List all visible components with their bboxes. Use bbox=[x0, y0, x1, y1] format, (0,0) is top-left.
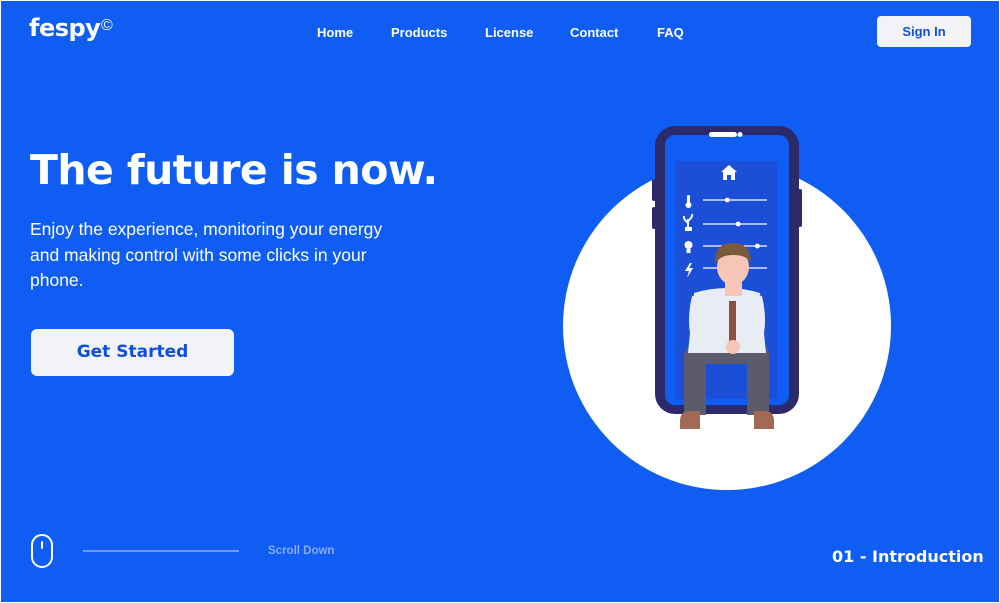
mouse-icon[interactable] bbox=[31, 534, 53, 568]
section-indicator: 01 - Introduction bbox=[832, 547, 984, 566]
hero-headline: The future is now. bbox=[30, 146, 438, 194]
nav-item-products[interactable]: Products bbox=[391, 25, 447, 40]
nav-item-license[interactable]: License bbox=[485, 25, 533, 40]
scroll-down-label[interactable]: Scroll Down bbox=[268, 545, 334, 557]
hero-description: Enjoy the experience, monitoring your en… bbox=[30, 219, 383, 290]
nav-item-home[interactable]: Home bbox=[317, 25, 353, 40]
hero-section: fespy © Home Products License Contact FA… bbox=[1, 1, 999, 602]
hero-illustration bbox=[563, 126, 891, 490]
get-started-button[interactable]: Get Started bbox=[31, 329, 234, 376]
slider-knob[interactable] bbox=[755, 243, 760, 249]
main-nav: Home Products License Contact FAQ bbox=[1, 25, 999, 41]
slider-knob[interactable] bbox=[735, 221, 741, 227]
scroll-line bbox=[83, 550, 239, 552]
sign-in-button[interactable]: Sign In bbox=[877, 16, 971, 47]
nav-item-faq[interactable]: FAQ bbox=[657, 25, 684, 40]
page-frame: fespy © Home Products License Contact FA… bbox=[0, 0, 1000, 603]
slider-knob[interactable] bbox=[724, 197, 730, 203]
nav-item-contact[interactable]: Contact bbox=[570, 25, 618, 40]
